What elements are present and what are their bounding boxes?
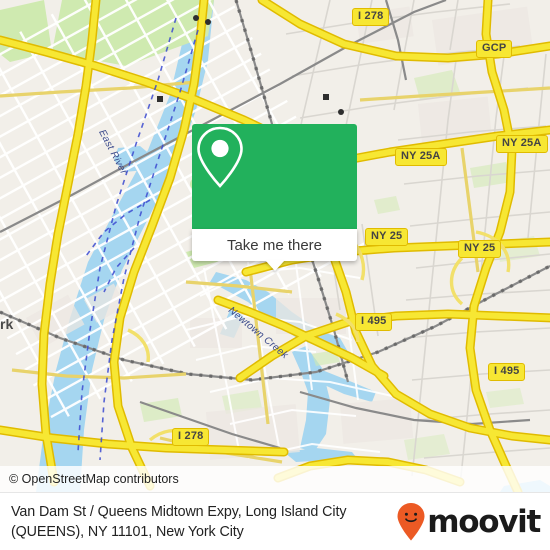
place-label-clipped: rk [0, 316, 14, 332]
attribution-text: © OpenStreetMap contributors [9, 472, 179, 486]
take-me-there-label: Take me there [226, 236, 323, 254]
map-canvas[interactable]: East River Newtown Creek rk I 278 GCP NY… [0, 0, 550, 492]
shield-i495-east[interactable]: I 495 [488, 363, 526, 381]
moovit-pin-icon [397, 502, 425, 540]
address-footer: Van Dam St / Queens Midtown Expy, Long I… [0, 492, 550, 550]
callout-tail [264, 260, 285, 271]
shield-i278-south[interactable]: I 278 [172, 428, 210, 446]
moovit-wordmark: moovit [427, 503, 541, 540]
shield-ny25-east[interactable]: NY 25 [458, 240, 502, 258]
shield-i278-north[interactable]: I 278 [352, 8, 390, 26]
address-line-1: Van Dam St / Queens Midtown Expy, Long I… [11, 503, 347, 520]
callout-footer[interactable]: Take me there [192, 229, 357, 271]
map-pin-icon [197, 126, 243, 188]
shield-ny25-west[interactable]: NY 25 [365, 228, 409, 246]
address-block: Van Dam St / Queens Midtown Expy, Long I… [11, 502, 396, 542]
shield-ny25a-west[interactable]: NY 25A [395, 148, 447, 166]
take-me-there-callout[interactable]: Take me there [192, 124, 357, 271]
shield-gcp[interactable]: GCP [476, 40, 513, 58]
moovit-map-screenshot: East River Newtown Creek rk I 278 GCP NY… [0, 0, 550, 550]
shield-i495-west[interactable]: I 495 [355, 313, 393, 331]
address-line-2: (QUEENS), NY 11101, New York City [11, 523, 244, 540]
shield-ny25a-east[interactable]: NY 25A [496, 135, 548, 153]
callout-body [192, 124, 357, 229]
map-attribution: © OpenStreetMap contributors [0, 466, 550, 492]
moovit-brand[interactable]: moovit [396, 502, 544, 542]
